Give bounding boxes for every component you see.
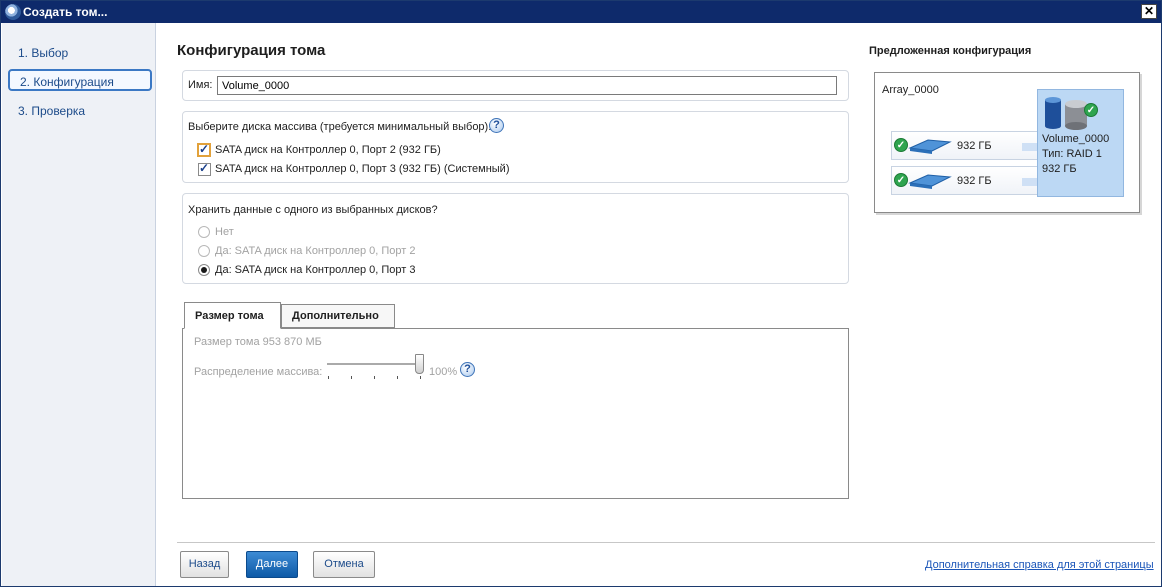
slider-tick xyxy=(351,376,352,379)
disk-selection-heading: Выберите диска массива (требуется минима… xyxy=(188,121,492,133)
volume-size-text: Размер тома 953 870 МБ xyxy=(194,336,322,348)
checkmark-icon: ✓ xyxy=(199,161,210,175)
green-check-icon: ✓ xyxy=(894,173,908,187)
slider-tick xyxy=(328,376,329,379)
distribution-label: Распределение массива: xyxy=(194,366,323,378)
array-name: Array_0000 xyxy=(882,84,939,96)
slider-tick xyxy=(420,376,421,379)
keep-data-heading: Хранить данные с одного из выбранных дис… xyxy=(188,204,438,216)
keep-port2-radio[interactable] xyxy=(198,245,210,257)
proposed-config-title: Предложенная конфигурация xyxy=(869,45,1032,57)
name-group: Имя: xyxy=(182,70,849,101)
help-link[interactable]: Дополнительная справка для этой страницы xyxy=(925,559,1154,571)
proposed-config-box: Array_0000 ✓ 932 ГБ ✓ 932 ГБ ✓ Volume_00… xyxy=(874,72,1140,213)
help-icon[interactable]: ? xyxy=(489,118,504,133)
disk-selection-group: Выберите диска массива (требуется минима… xyxy=(182,111,849,183)
wizard-steps: 1. Выбор 2. Конфигурация 3. Проверка xyxy=(2,23,156,586)
keep-none-radio[interactable] xyxy=(198,226,210,238)
green-check-icon: ✓ xyxy=(1084,103,1098,117)
radio-dot xyxy=(201,267,207,273)
keep-none-label: Нет xyxy=(215,226,234,238)
distribution-slider-thumb[interactable] xyxy=(415,354,424,374)
disk-port3-label: SATA диск на Контроллер 0, Порт 3 (932 Г… xyxy=(215,163,510,175)
volume-size: 932 ГБ xyxy=(1042,163,1077,175)
distribution-value: 100% xyxy=(429,366,458,378)
keep-port3-radio[interactable] xyxy=(198,264,210,276)
footer-divider xyxy=(177,542,1155,543)
slider-tick xyxy=(397,376,398,379)
name-label: Имя: xyxy=(188,79,213,91)
step-configuration[interactable]: 2. Конфигурация xyxy=(8,69,152,91)
volume-type: Тип: RAID 1 xyxy=(1042,148,1102,160)
volume-name-input[interactable] xyxy=(217,76,837,95)
page-title: Конфигурация тома xyxy=(177,42,326,59)
disk-port3-checkbox[interactable]: ✓ xyxy=(198,161,211,176)
disk-port2-checkbox[interactable]: ✓ xyxy=(197,142,211,157)
distribution-slider-track[interactable] xyxy=(327,363,421,365)
keep-port3-label: Да: SATA диск на Контроллер 0, Порт 3 xyxy=(215,264,416,276)
proposed-disk-size: 932 ГБ xyxy=(957,140,992,152)
cancel-button[interactable]: Отмена xyxy=(313,551,375,578)
next-button[interactable]: Далее xyxy=(246,551,298,578)
tab-advanced[interactable]: Дополнительно xyxy=(281,304,395,328)
back-button[interactable]: Назад xyxy=(180,551,229,578)
help-icon[interactable]: ? xyxy=(460,362,475,377)
proposed-disk-row: ✓ 932 ГБ xyxy=(891,166,1052,195)
title-bar: Создать том... ✕ xyxy=(1,1,1161,23)
volume-name: Volume_0000 xyxy=(1042,133,1110,145)
proposed-disk-size: 932 ГБ xyxy=(957,175,992,187)
keep-data-group: Хранить данные с одного из выбранных дис… xyxy=(182,193,849,284)
proposed-disk-row: ✓ 932 ГБ xyxy=(891,131,1052,160)
app-icon xyxy=(5,4,21,20)
step-select[interactable]: 1. Выбор xyxy=(8,42,152,64)
green-check-icon: ✓ xyxy=(894,138,908,152)
window-title: Создать том... xyxy=(23,5,108,19)
step-review[interactable]: 3. Проверка xyxy=(8,100,152,122)
close-button[interactable]: ✕ xyxy=(1141,4,1157,19)
proposed-volume-card: ✓ Volume_0000 Тип: RAID 1 932 ГБ xyxy=(1037,89,1124,197)
checkmark-icon: ✓ xyxy=(199,142,210,156)
slider-tick xyxy=(374,376,375,379)
disk-port2-label: SATA диск на Контроллер 0, Порт 2 (932 Г… xyxy=(215,144,441,156)
volume-size-panel: Размер тома 953 870 МБ Распределение мас… xyxy=(182,328,849,499)
create-volume-window: Создать том... ✕ 1. Выбор 2. Конфигураци… xyxy=(0,0,1162,587)
keep-port2-label: Да: SATA диск на Контроллер 0, Порт 2 xyxy=(215,245,416,257)
tab-volume-size[interactable]: Размер тома xyxy=(184,302,281,329)
